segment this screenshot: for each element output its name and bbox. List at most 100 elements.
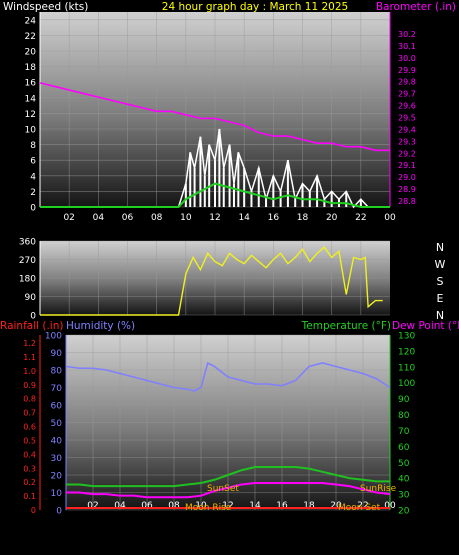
temperature-tick-label: 100 <box>398 379 415 389</box>
windspeed-tick-label: 14 <box>25 94 37 104</box>
barometer-tick-label: 29.4 <box>398 125 416 134</box>
rainfall-tick-label: 1.0 <box>23 367 36 376</box>
temperature-humidity-panel: 0 0.1 0.2 0.3 0.4 0.5 0.6 0.7 0.8 0.9 1.0 1.1 1.2 0 1… <box>23 332 415 517</box>
direction-tick-label: 90 <box>25 293 37 303</box>
x-tick-label: 14 <box>238 213 250 223</box>
temperature-tick-label: 40 <box>398 475 410 485</box>
rainfall-tick-label: 0.5 <box>23 436 36 445</box>
windspeed-axis-title: Windspeed (kts) <box>3 1 88 13</box>
compass-label: E <box>437 292 444 305</box>
x-tick-label: 12 <box>209 213 220 223</box>
x-tick-label: 18 <box>303 501 315 511</box>
barometer-tick-label: 28.8 <box>398 197 416 206</box>
barometer-tick-label: 29.6 <box>398 102 416 111</box>
windspeed-tick-label: 0 <box>30 204 36 214</box>
x-tick-label: 20 <box>326 213 338 223</box>
barometer-tick-label: 29.5 <box>398 114 416 123</box>
temperature-tick-label: 30 <box>398 491 410 501</box>
windspeed-tick-label: 18 <box>25 63 37 73</box>
humidity-tick-label: 0 <box>56 507 62 517</box>
windspeed-tick-label: 12 <box>25 110 36 120</box>
wind-x-tick-labels: 02 04 06 08 10 12 14 16 18 20 22 00 <box>63 213 396 223</box>
rainfall-tick-label: 0.9 <box>23 381 36 390</box>
windspeed-tick-label: 16 <box>25 79 37 89</box>
wind-barometer-panel: 024681012141618202224 28.828.929.029.129… <box>25 12 416 223</box>
sunset-label: SunSet <box>207 484 239 494</box>
rainfall-tick-label: 0.6 <box>23 423 36 432</box>
temperature-tick-label: 80 <box>398 411 410 421</box>
x-tick-label: 18 <box>297 213 309 223</box>
direction-tick-label: 180 <box>19 275 36 285</box>
temperature-tick-label: 70 <box>398 427 410 437</box>
humidity-tick-label: 70 <box>51 384 63 394</box>
x-tick-label: 06 <box>141 501 153 511</box>
temperature-tick-label: 110 <box>398 363 415 373</box>
weather-graph: Windspeed (kts) 24 hour graph day : Marc… <box>0 1 459 517</box>
rainfall-tick-label: 0.8 <box>23 395 36 404</box>
barometer-tick-label: 30.0 <box>398 54 416 63</box>
windspeed-tick-label: 10 <box>25 126 37 136</box>
humidity-tick-label: 60 <box>51 402 63 412</box>
barometer-tick-label: 29.9 <box>398 66 416 75</box>
barometer-tick-label: 29.1 <box>398 161 416 170</box>
rainfall-axis-title: Rainfall (.in) <box>0 320 63 332</box>
x-tick-label: 00 <box>384 501 396 511</box>
rainfall-tick-label: 1.2 <box>23 339 36 348</box>
humidity-tick-label: 20 <box>51 472 63 482</box>
temperature-tick-label: 60 <box>398 443 410 453</box>
rainfall-tick-label: 0 <box>31 506 36 515</box>
x-tick-label: 06 <box>122 213 134 223</box>
barometer-tick-label: 29.7 <box>398 90 416 99</box>
barometer-tick-label: 30.1 <box>398 42 416 51</box>
barometer-tick-label: 29.2 <box>398 149 416 158</box>
windspeed-tick-label: 20 <box>25 48 37 58</box>
humidity-tick-label: 80 <box>51 367 63 377</box>
x-tick-label: 16 <box>276 501 288 511</box>
compass-label: S <box>437 275 444 288</box>
barometer-axis-title: Barometer (.in) <box>376 1 456 13</box>
barometer-tick-label: 30.2 <box>398 30 416 39</box>
humidity-tick-label: 40 <box>51 437 63 447</box>
x-tick-label: 10 <box>180 213 192 223</box>
barometer-tick-labels: 28.8 28.9 29.0 29.1 29.2 29.3 29.4 29.5 29.6 29.7… <box>398 30 416 206</box>
direction-tick-label: 270 <box>19 256 36 266</box>
windspeed-tick-label: 2 <box>30 188 36 198</box>
wind-direction-panel: 090180270360 NWSEN <box>19 238 446 323</box>
rainfall-tick-label: 0.2 <box>23 478 36 487</box>
windspeed-tick-label: 24 <box>25 16 37 26</box>
temperature-tick-label: 90 <box>398 395 410 405</box>
x-tick-label: 08 <box>151 213 163 223</box>
x-tick-label: 02 <box>87 501 98 511</box>
rainfall-tick-label: 0.4 <box>23 450 36 459</box>
chart-title: 24 hour graph day : March 11 2025 <box>162 1 348 13</box>
x-tick-label: 04 <box>93 213 105 223</box>
humidity-axis-title: Humidity (%) <box>66 320 135 332</box>
x-tick-label: 14 <box>249 501 261 511</box>
rainfall-tick-labels: 0 0.1 0.2 0.3 0.4 0.5 0.6 0.7 0.8 0.9 1.0 1.1 1.2 <box>23 339 36 515</box>
x-tick-label: 22 <box>355 213 366 223</box>
moonrise-label: Moon Rise <box>185 503 232 513</box>
humidity-tick-label: 30 <box>51 454 63 464</box>
temperature-tick-labels: 20 30 40 50 60 70 80 90 100 110 120 130 <box>398 332 415 517</box>
humidity-tick-labels: 0 10 20 30 40 50 60 70 80 90 100 <box>45 332 62 517</box>
barometer-tick-label: 29.0 <box>398 173 416 182</box>
rainfall-tick-label: 0.3 <box>23 464 36 473</box>
windspeed-tick-labels: 024681012141618202224 <box>25 16 37 213</box>
x-tick-label: 04 <box>114 501 126 511</box>
windspeed-tick-label: 6 <box>30 157 36 167</box>
compass-label: W <box>435 258 446 271</box>
compass-label: N <box>436 241 444 254</box>
humidity-tick-label: 90 <box>51 349 63 359</box>
temperature-tick-label: 130 <box>398 332 415 342</box>
x-tick-label: 00 <box>384 213 396 223</box>
compass-labels: NWSEN <box>435 241 446 322</box>
humidity-tick-label: 100 <box>45 332 62 342</box>
barometer-tick-label: 28.9 <box>398 185 416 194</box>
x-tick-label: 02 <box>63 213 74 223</box>
dewpoint-axis-title: Dew Point (°F) <box>392 320 459 332</box>
windspeed-tick-label: 22 <box>25 32 36 42</box>
x-tick-label: 08 <box>168 501 180 511</box>
rainfall-tick-label: 0.7 <box>23 409 36 418</box>
direction-tick-labels: 090180270360 <box>19 238 36 322</box>
barometer-tick-label: 29.3 <box>398 137 416 146</box>
